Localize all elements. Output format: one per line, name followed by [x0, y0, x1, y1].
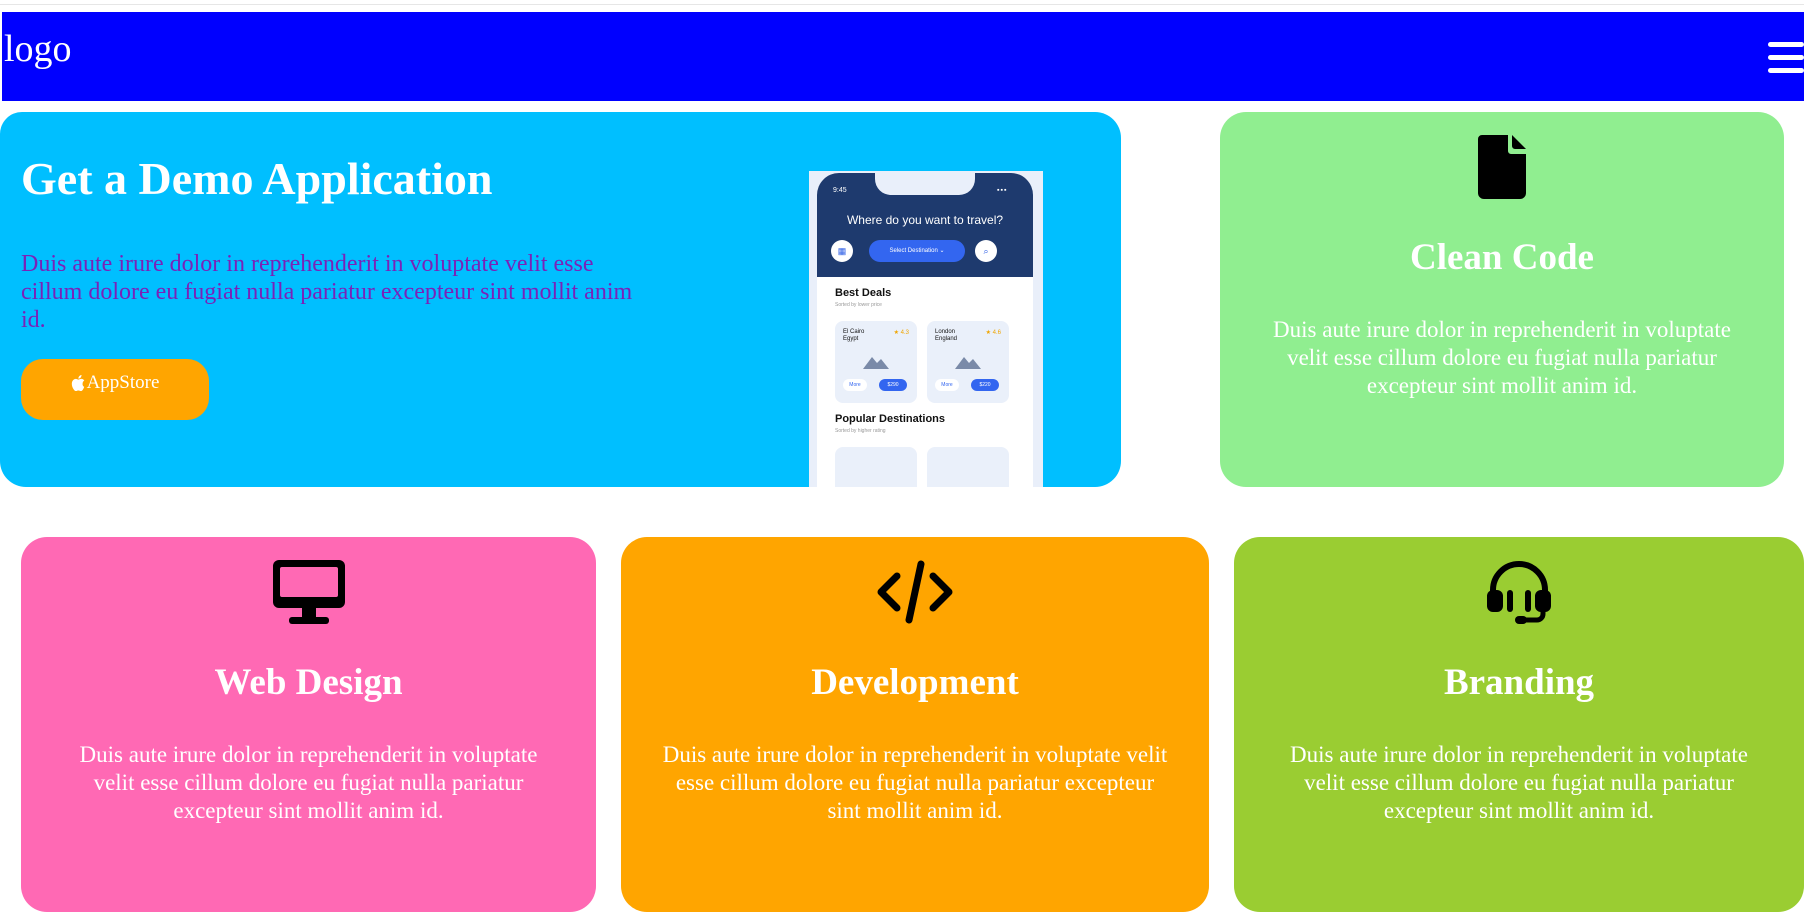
- card-title: Web Design: [214, 662, 403, 703]
- appstore-button[interactable]: AppStore: [21, 359, 209, 420]
- phone-select-destination: Select Destination ⌄: [869, 240, 965, 262]
- card-title: Development: [811, 662, 1019, 703]
- mountain-icon: [863, 357, 889, 369]
- site-header: logo: [2, 12, 1804, 101]
- phone-question: Where do you want to travel?: [846, 213, 1004, 227]
- file-icon: [1478, 135, 1526, 199]
- phone-popular-sub: Sorted by higher rating: [835, 428, 886, 434]
- phone-status-icons: ▪︎▪︎▪︎: [997, 187, 1008, 194]
- deal-city: El Cairo Egypt: [843, 329, 865, 342]
- hero-card: Get a Demo Application Duis aute irure d…: [0, 112, 1121, 487]
- phone-deal-card: London England ★ 4.6 More $220: [927, 321, 1009, 403]
- deal-more: More: [843, 379, 867, 391]
- phone-notch: [875, 173, 975, 195]
- deal-price: $290: [879, 379, 907, 391]
- deal-rating: ★ 4.6: [985, 330, 1001, 336]
- deal-rating: ★ 4.3: [893, 330, 909, 336]
- card-description: Duis aute irure dolor in reprehenderit i…: [79, 742, 538, 823]
- card-description: Duis aute irure dolor in reprehenderit i…: [1290, 742, 1748, 823]
- grid-icon: ▦: [831, 240, 853, 262]
- app-screenshot: 9:45 ▪︎▪︎▪︎ Where do you want to travel?…: [809, 171, 1043, 487]
- card-description: Duis aute irure dolor in reprehenderit i…: [1273, 317, 1731, 398]
- mountain-icon: [955, 357, 981, 369]
- phone-header: 9:45 ▪︎▪︎▪︎ Where do you want to travel?…: [817, 173, 1033, 277]
- headset-icon: [1487, 561, 1551, 624]
- deal-price: $220: [971, 379, 999, 391]
- phone-popular-card: [927, 447, 1009, 487]
- service-card-clean-code: Clean Code Duis aute irure dolor in repr…: [1220, 112, 1784, 487]
- phone-best-deals: Best Deals: [835, 287, 892, 299]
- deal-more: More: [935, 379, 959, 391]
- service-card-branding: Branding Duis aute irure dolor in repreh…: [1234, 537, 1804, 912]
- appstore-button-label: AppStore: [86, 371, 160, 393]
- phone-popular: Popular Destinations: [835, 413, 946, 425]
- phone-select-label: Select Destination: [889, 248, 938, 254]
- card-description: Duis aute irure dolor in reprehenderit i…: [662, 742, 1168, 823]
- phone-time: 9:45: [833, 187, 847, 194]
- hero-description: Duis aute irure dolor in reprehenderit i…: [21, 251, 633, 333]
- hero-title: Get a Demo Application: [21, 153, 493, 204]
- search-icon: ⌕: [975, 240, 997, 262]
- logo[interactable]: logo: [4, 30, 72, 68]
- hamburger-menu-icon[interactable]: [1768, 42, 1804, 74]
- apple-icon: [71, 374, 84, 391]
- service-card-development: Development Duis aute irure dolor in rep…: [621, 537, 1209, 912]
- top-divider: [0, 4, 1804, 5]
- deal-city: London England: [935, 329, 958, 342]
- code-icon: [877, 560, 953, 624]
- phone-screen: 9:45 ▪︎▪︎▪︎ Where do you want to travel?…: [817, 173, 1033, 487]
- card-title: Branding: [1443, 662, 1595, 703]
- phone-popular-card: [835, 447, 917, 487]
- card-title: Clean Code: [1410, 237, 1594, 278]
- desktop-icon: [272, 560, 345, 624]
- phone-deal-card: El Cairo Egypt ★ 4.3 More $290: [835, 321, 917, 403]
- service-card-web-design: Web Design Duis aute irure dolor in repr…: [21, 537, 596, 912]
- phone-best-deals-sub: Sorted by lower price: [835, 302, 882, 308]
